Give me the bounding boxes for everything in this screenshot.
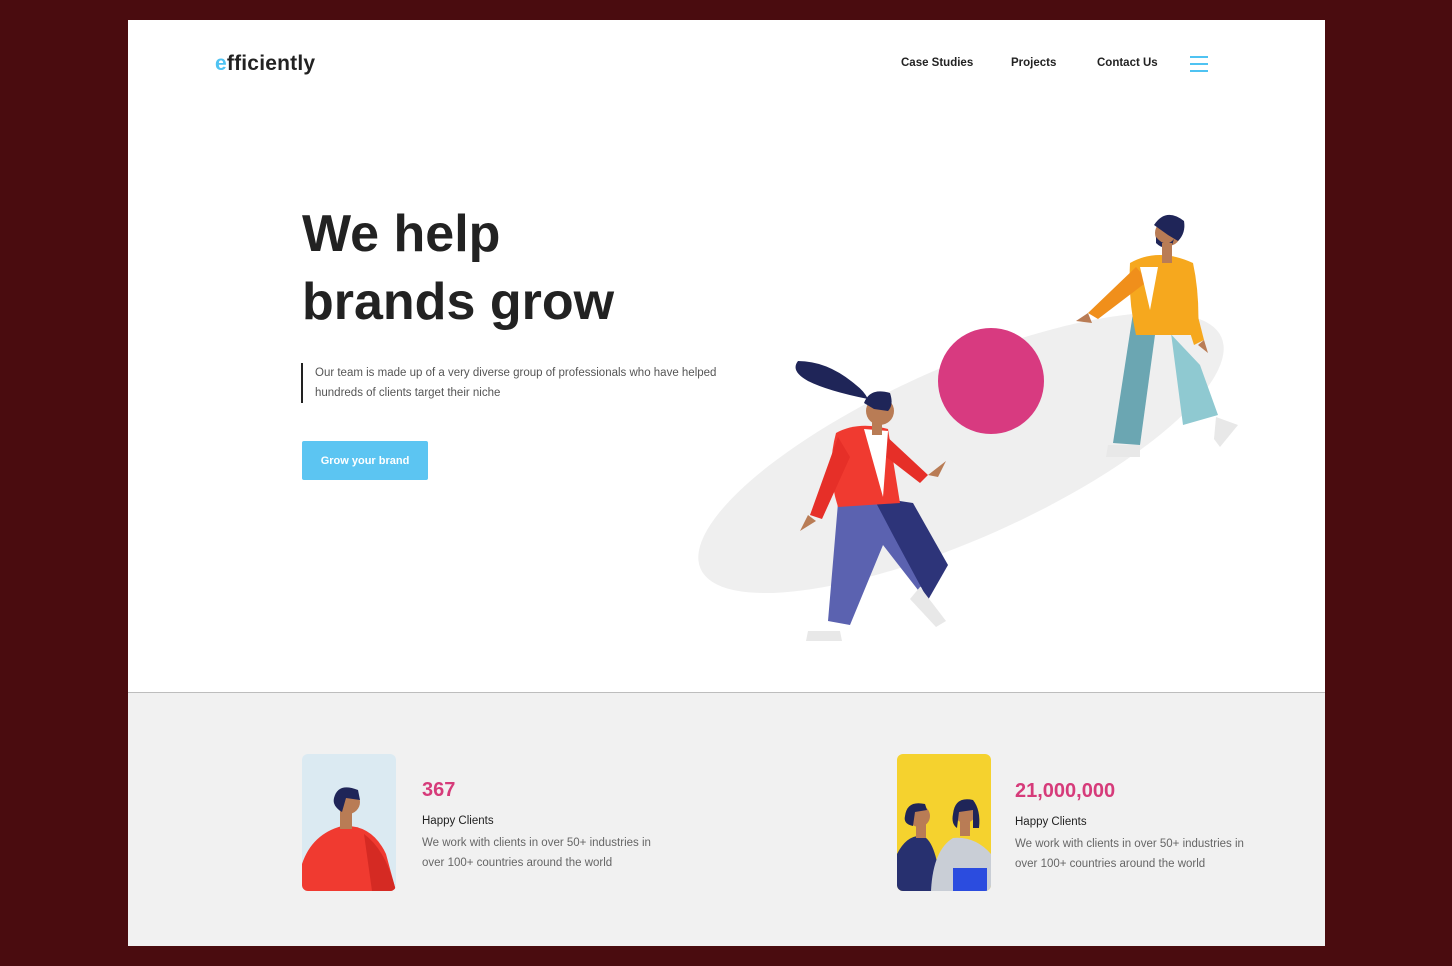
grow-your-brand-button[interactable]: Grow your brand bbox=[302, 441, 428, 480]
stat-value-reach: 21,000,000 bbox=[1015, 780, 1116, 802]
stats-section: 367 Happy Clients We work with clients i… bbox=[128, 692, 1325, 946]
hero-illustration bbox=[698, 214, 1238, 641]
couple-illustration bbox=[897, 754, 991, 891]
hamburger-line bbox=[1190, 56, 1208, 58]
pink-ball bbox=[938, 328, 1044, 434]
stat-image-couple bbox=[897, 754, 991, 891]
stat-description: We work with clients in over 50+ industr… bbox=[1015, 838, 1244, 870]
nav-projects[interactable]: Projects bbox=[1011, 57, 1056, 69]
page-frame: efficiently Case Studies Projects Contac… bbox=[128, 20, 1325, 946]
main-nav: Case Studies Projects Contact Us bbox=[128, 57, 1325, 77]
stat-image-person bbox=[302, 754, 396, 891]
nav-case-studies[interactable]: Case Studies bbox=[901, 57, 973, 69]
stat-value-clients: 367 bbox=[422, 779, 456, 801]
hamburger-line bbox=[1190, 70, 1208, 72]
stat-description: We work with clients in over 50+ industr… bbox=[422, 837, 651, 869]
hamburger-menu-icon[interactable] bbox=[1190, 56, 1208, 74]
hero-title-line-1: We help bbox=[302, 205, 501, 263]
hero-title-line-2: brands grow bbox=[302, 273, 615, 331]
person-illustration bbox=[302, 754, 396, 891]
hero-title: We help brands grow bbox=[302, 200, 722, 336]
hamburger-line bbox=[1190, 63, 1208, 65]
hero-subtitle: Our team is made up of a very diverse gr… bbox=[301, 363, 721, 403]
nav-contact-us[interactable]: Contact Us bbox=[1097, 57, 1158, 69]
stat-label: Happy Clients bbox=[422, 815, 494, 827]
stat-label: Happy Clients bbox=[1015, 816, 1087, 828]
